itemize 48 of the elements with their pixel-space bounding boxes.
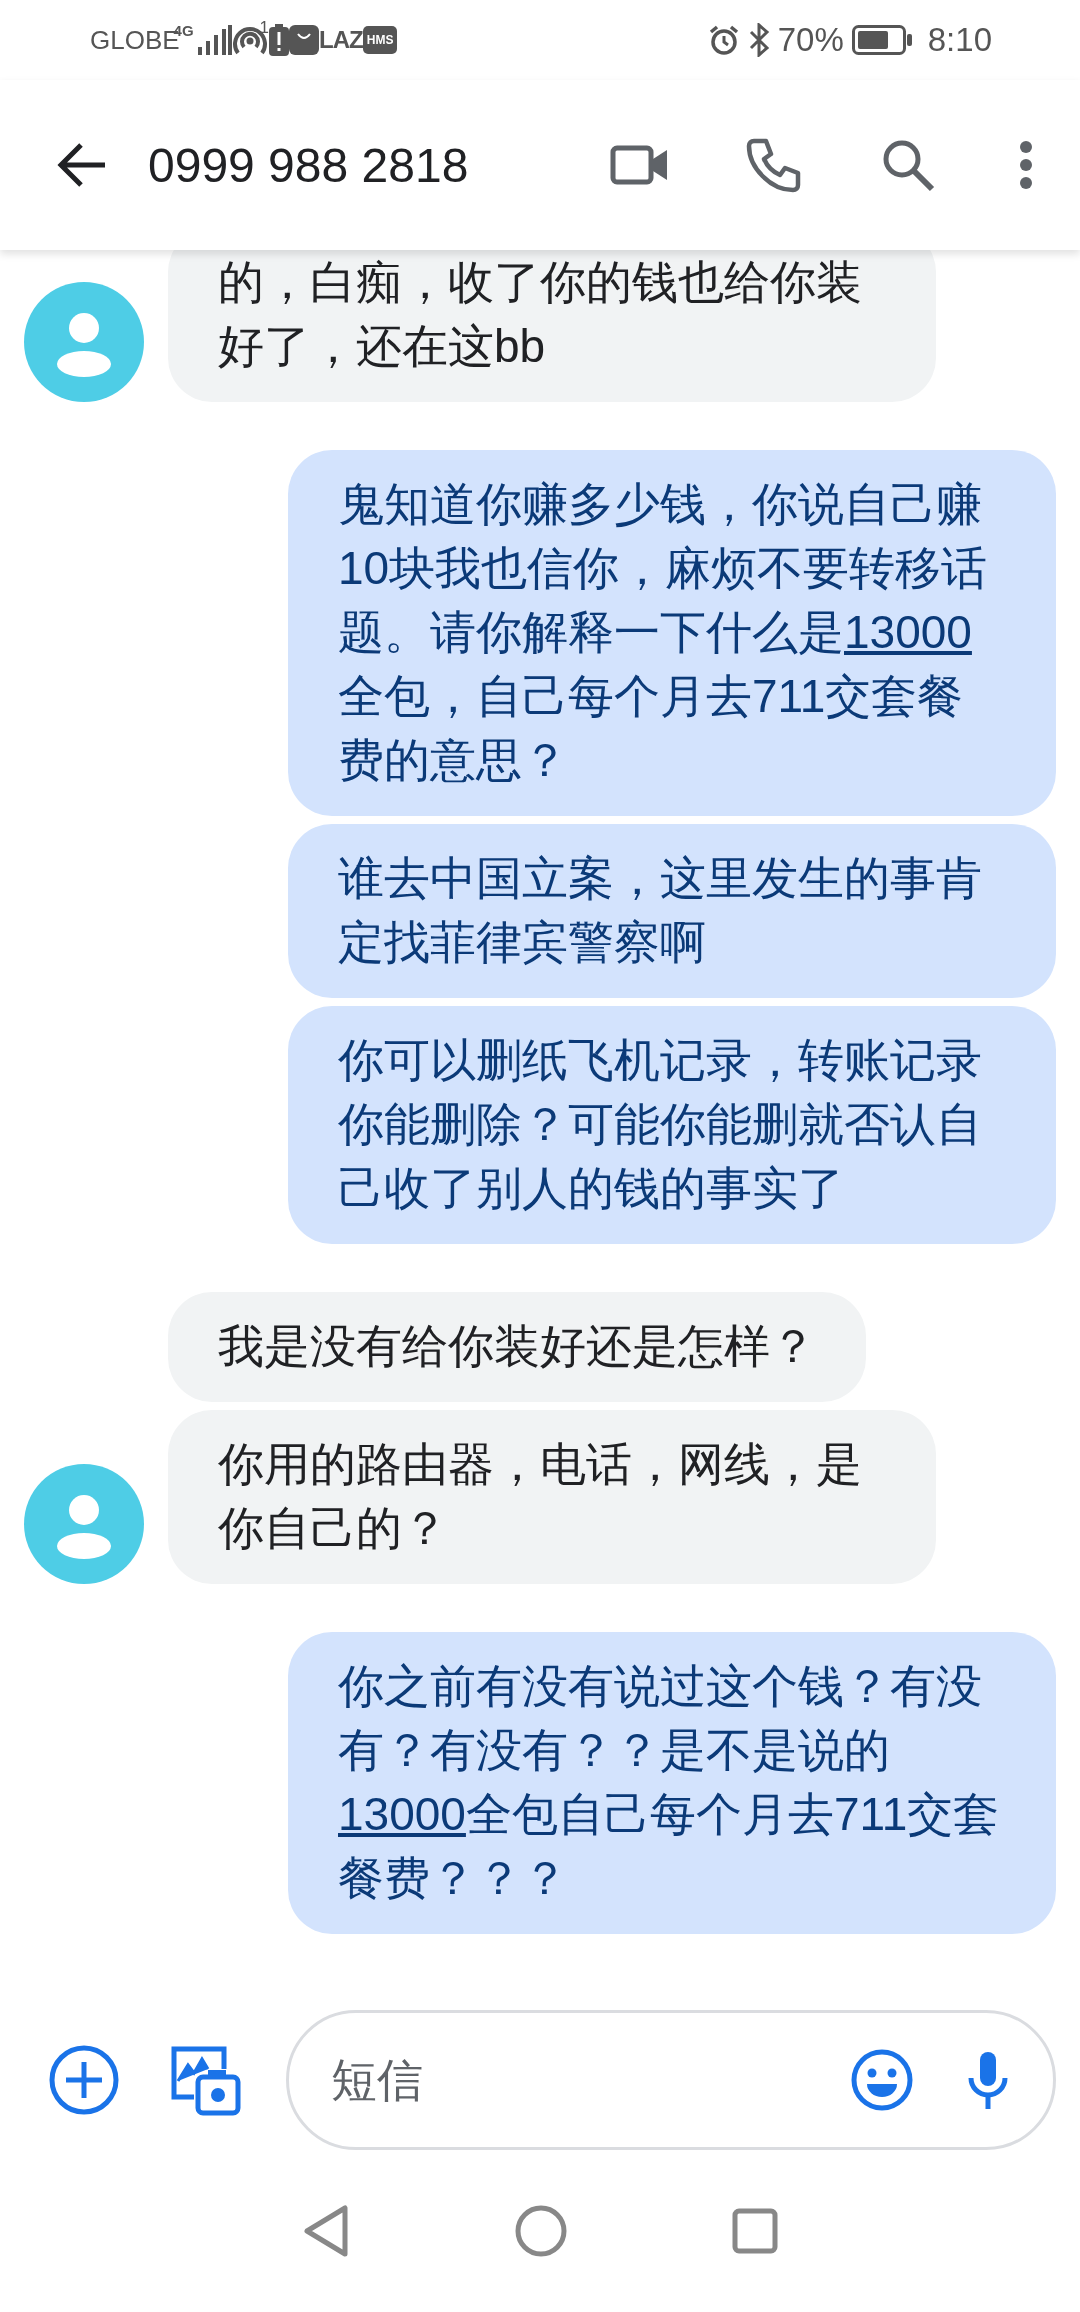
message-text: 你用的路由器，电话，网线，是你自己的？ <box>218 1437 863 1556</box>
alert-icon <box>269 24 290 56</box>
avatar-icon <box>24 1464 144 1584</box>
emoji-icon <box>851 2049 913 2111</box>
voice-input-button[interactable] <box>967 2050 1009 2110</box>
avatar-icon <box>24 282 144 402</box>
circle-home-icon <box>515 2205 567 2257</box>
message-bubble[interactable]: 你用的路由器，电话，网线，是你自己的？ <box>168 1410 936 1584</box>
clock-time: 8:10 <box>927 21 992 59</box>
battery-percent: 70% <box>777 21 844 59</box>
square-recents-icon <box>732 2208 778 2254</box>
message-text: 你之前有没有说过这个钱？有没有？有没有？？是不是说的 13000全包自己每个月去711交套餐费？？？ <box>338 1659 1001 1906</box>
triangle-back-icon <box>302 2204 350 2258</box>
message-text: 鬼知道你赚多少钱，你说自己赚10块我也信你，麻烦不要转移话题。请你解释一下什么是13000 全包，自己每个月去711交套餐费的意思？ <box>338 477 989 788</box>
alarm-icon <box>707 24 740 56</box>
bag-icon <box>289 25 320 55</box>
contact-number: 0999 988 2818 <box>148 137 470 193</box>
menu-icon <box>1019 140 1033 190</box>
plus-icon <box>48 2044 120 2116</box>
battery-icon <box>851 25 912 55</box>
back-nav-button[interactable] <box>302 2204 350 2258</box>
message-bubble[interactable]: 你之前有没有说过这个钱？有没有？有没有？？是不是说的 13000全包自己每个月去711交套餐费？？？ <box>288 1632 1056 1934</box>
signal-icon <box>197 25 232 55</box>
message-text: 的，白痴，收了你的钱也给你装好了，还在这bb <box>218 255 863 374</box>
bluetooth-icon <box>747 23 770 57</box>
message-bubble[interactable]: 的，白痴，收了你的钱也给你装好了，还在这bb <box>168 250 936 402</box>
add-button[interactable] <box>48 2044 120 2116</box>
message-bubble[interactable]: 你可以删纸飞机记录，转账记录你能删除？可能你能删就否认自己收了别人的钱的事实了 <box>288 1006 1056 1244</box>
message-link[interactable]: 13000 <box>338 1788 466 1840</box>
app-label: HMS <box>362 26 398 54</box>
recents-button[interactable] <box>732 2208 778 2254</box>
message-text: 你可以删纸飞机记录，转账记录你能删除？可能你能删就否认自己收了别人的钱的事实了 <box>338 1033 983 1216</box>
emoji-button[interactable] <box>851 2049 913 2111</box>
message-bubble[interactable]: 谁去中国立案，这里发生的事肯定找菲律宾警察啊 <box>288 824 1056 998</box>
message-link[interactable]: 13000 <box>844 606 972 658</box>
message-bubble[interactable]: 我是没有给你装好还是怎样？ <box>168 1292 866 1402</box>
phone-icon <box>746 137 802 193</box>
home-button[interactable] <box>515 2205 567 2257</box>
video-camera-icon <box>610 145 670 185</box>
message-text: 谁去中国立案，这里发生的事肯定找菲律宾警察啊 <box>338 851 983 970</box>
message-text: 我是没有给你装好还是怎样？ <box>218 1319 816 1374</box>
app-label: LAZ <box>319 26 363 54</box>
message-field[interactable]: 短信 <box>286 2010 1056 2150</box>
microphone-icon <box>967 2050 1009 2110</box>
back-arrow-icon <box>57 142 107 188</box>
message-input[interactable]: 短信 <box>331 2053 851 2107</box>
message-bubble[interactable]: 鬼知道你赚多少钱，你说自己赚10块我也信你，麻烦不要转移话题。请你解释一下什么是13000 全包，自己每个月去711交套餐费的意思？ <box>288 450 1056 816</box>
hotspot-count: 1 <box>259 18 270 38</box>
